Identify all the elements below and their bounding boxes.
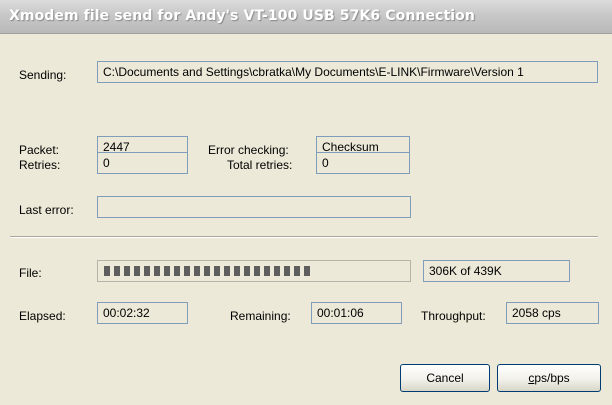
- remaining-field: 00:01:06: [311, 302, 402, 324]
- file-label: File:: [19, 266, 42, 280]
- sending-label: Sending:: [19, 68, 67, 82]
- last-error-field: [97, 196, 411, 218]
- retries-label: Retries:: [19, 158, 61, 172]
- file-progress-text: 306K of 439K: [423, 260, 570, 282]
- elapsed-label: Elapsed:: [19, 309, 66, 323]
- last-error-label: Last error:: [19, 203, 74, 217]
- remaining-label: Remaining:: [230, 309, 291, 323]
- window-title: Xmodem file send for Andy's VT-100 USB 5…: [9, 8, 475, 24]
- separator: [10, 236, 598, 238]
- packet-label: Packet:: [19, 143, 60, 157]
- xmodem-send-dialog: Xmodem file send for Andy's VT-100 USB 5…: [0, 0, 612, 405]
- elapsed-field: 00:02:32: [97, 302, 188, 324]
- cancel-button[interactable]: Cancel: [400, 364, 490, 392]
- total-retries-field: 0: [316, 152, 410, 174]
- cps-bps-button[interactable]: cps/bps: [497, 364, 601, 392]
- file-progress-fill: [104, 266, 314, 276]
- retries-field: 0: [97, 152, 188, 174]
- sending-path-field: C:\Documents and Settings\cbratka\My Doc…: [97, 61, 598, 83]
- title-bar[interactable]: Xmodem file send for Andy's VT-100 USB 5…: [0, 0, 612, 34]
- error-checking-label: Error checking:: [208, 143, 289, 157]
- file-progress-bar: [97, 260, 411, 282]
- total-retries-label: Total retries:: [227, 158, 293, 172]
- cps-bps-label-rest: ps/bps: [534, 371, 570, 385]
- throughput-label: Throughput:: [421, 309, 486, 323]
- throughput-field: 2058 cps: [506, 302, 599, 324]
